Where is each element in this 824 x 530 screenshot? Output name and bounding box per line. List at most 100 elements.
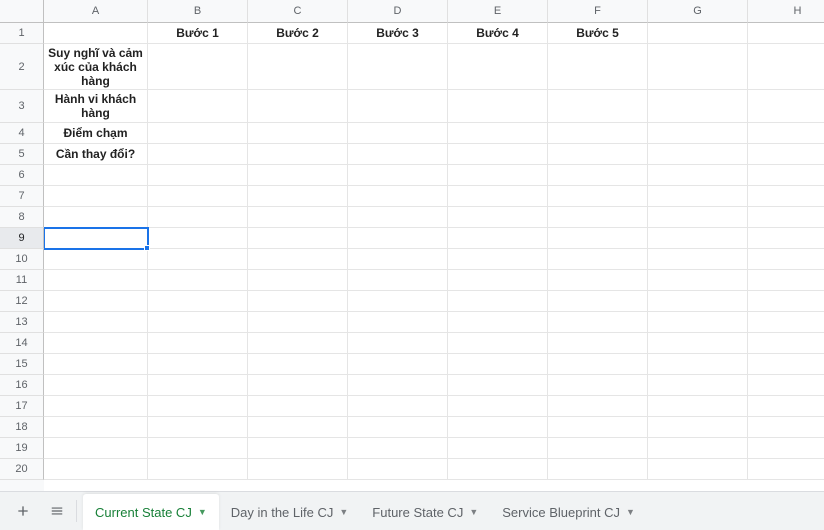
- cell-B11[interactable]: [148, 270, 248, 291]
- cell-D16[interactable]: [348, 375, 448, 396]
- cell-H14[interactable]: [748, 333, 824, 354]
- cell-A13[interactable]: [44, 312, 148, 333]
- cell-G17[interactable]: [648, 396, 748, 417]
- cell-H15[interactable]: [748, 354, 824, 375]
- row-header-13[interactable]: 13: [0, 312, 44, 333]
- row-header-18[interactable]: 18: [0, 417, 44, 438]
- cell-E20[interactable]: [448, 459, 548, 480]
- cell-D10[interactable]: [348, 249, 448, 270]
- cell-B14[interactable]: [148, 333, 248, 354]
- cell-A18[interactable]: [44, 417, 148, 438]
- cell-C4[interactable]: [248, 123, 348, 144]
- cell-D19[interactable]: [348, 438, 448, 459]
- cell-F3[interactable]: [548, 90, 648, 123]
- cell-H18[interactable]: [748, 417, 824, 438]
- cells-area[interactable]: Bước 1Bước 2Bước 3Bước 4Bước 5Suy nghĩ v…: [44, 23, 824, 491]
- sheet-tab-current-state-cj[interactable]: Current State CJ▼: [83, 494, 219, 530]
- cell-E19[interactable]: [448, 438, 548, 459]
- cell-G14[interactable]: [648, 333, 748, 354]
- cell-H13[interactable]: [748, 312, 824, 333]
- cell-E10[interactable]: [448, 249, 548, 270]
- row-header-3[interactable]: 3: [0, 90, 44, 123]
- cell-C16[interactable]: [248, 375, 348, 396]
- cell-G18[interactable]: [648, 417, 748, 438]
- cell-B3[interactable]: [148, 90, 248, 123]
- cell-D3[interactable]: [348, 90, 448, 123]
- cell-F6[interactable]: [548, 165, 648, 186]
- cell-B7[interactable]: [148, 186, 248, 207]
- cell-H2[interactable]: [748, 44, 824, 90]
- row-header-16[interactable]: 16: [0, 375, 44, 396]
- row-header-11[interactable]: 11: [0, 270, 44, 291]
- cell-G19[interactable]: [648, 438, 748, 459]
- col-header-G[interactable]: G: [648, 0, 748, 23]
- cell-F11[interactable]: [548, 270, 648, 291]
- cell-E16[interactable]: [448, 375, 548, 396]
- cell-D6[interactable]: [348, 165, 448, 186]
- cell-C18[interactable]: [248, 417, 348, 438]
- cell-D14[interactable]: [348, 333, 448, 354]
- cell-D20[interactable]: [348, 459, 448, 480]
- caret-down-icon[interactable]: ▼: [339, 507, 348, 517]
- cell-B4[interactable]: [148, 123, 248, 144]
- cell-E4[interactable]: [448, 123, 548, 144]
- row-header-17[interactable]: 17: [0, 396, 44, 417]
- sheet-tab-day-in-the-life-cj[interactable]: Day in the Life CJ▼: [219, 494, 361, 530]
- cell-C9[interactable]: [248, 228, 348, 249]
- cell-B2[interactable]: [148, 44, 248, 90]
- col-header-A[interactable]: A: [44, 0, 148, 23]
- cell-G11[interactable]: [648, 270, 748, 291]
- cell-C6[interactable]: [248, 165, 348, 186]
- cell-A10[interactable]: [44, 249, 148, 270]
- cell-B10[interactable]: [148, 249, 248, 270]
- cell-C12[interactable]: [248, 291, 348, 312]
- col-header-C[interactable]: C: [248, 0, 348, 23]
- cell-F2[interactable]: [548, 44, 648, 90]
- cell-A16[interactable]: [44, 375, 148, 396]
- cell-F10[interactable]: [548, 249, 648, 270]
- cell-G7[interactable]: [648, 186, 748, 207]
- add-sheet-button[interactable]: [6, 496, 40, 526]
- cell-H5[interactable]: [748, 144, 824, 165]
- cell-B20[interactable]: [148, 459, 248, 480]
- cell-D11[interactable]: [348, 270, 448, 291]
- caret-down-icon[interactable]: ▼: [198, 507, 207, 517]
- cell-F4[interactable]: [548, 123, 648, 144]
- cell-C19[interactable]: [248, 438, 348, 459]
- row-header-14[interactable]: 14: [0, 333, 44, 354]
- cell-H3[interactable]: [748, 90, 824, 123]
- cell-F13[interactable]: [548, 312, 648, 333]
- cell-F8[interactable]: [548, 207, 648, 228]
- cell-A17[interactable]: [44, 396, 148, 417]
- cell-D4[interactable]: [348, 123, 448, 144]
- cell-E7[interactable]: [448, 186, 548, 207]
- cell-C8[interactable]: [248, 207, 348, 228]
- cell-D2[interactable]: [348, 44, 448, 90]
- cell-G2[interactable]: [648, 44, 748, 90]
- row-header-2[interactable]: 2: [0, 44, 44, 90]
- cell-D17[interactable]: [348, 396, 448, 417]
- cell-C7[interactable]: [248, 186, 348, 207]
- cell-E3[interactable]: [448, 90, 548, 123]
- cell-G5[interactable]: [648, 144, 748, 165]
- cell-E18[interactable]: [448, 417, 548, 438]
- cell-B8[interactable]: [148, 207, 248, 228]
- row-header-20[interactable]: 20: [0, 459, 44, 480]
- row-header-6[interactable]: 6: [0, 165, 44, 186]
- cell-G1[interactable]: [648, 23, 748, 44]
- cell-A11[interactable]: [44, 270, 148, 291]
- cell-G10[interactable]: [648, 249, 748, 270]
- cell-B12[interactable]: [148, 291, 248, 312]
- cell-G3[interactable]: [648, 90, 748, 123]
- cell-B9[interactable]: [148, 228, 248, 249]
- cell-G9[interactable]: [648, 228, 748, 249]
- cell-B15[interactable]: [148, 354, 248, 375]
- row-header-8[interactable]: 8: [0, 207, 44, 228]
- col-header-B[interactable]: B: [148, 0, 248, 23]
- cell-H8[interactable]: [748, 207, 824, 228]
- cell-C1[interactable]: Bước 2: [248, 23, 348, 44]
- cell-C15[interactable]: [248, 354, 348, 375]
- row-header-15[interactable]: 15: [0, 354, 44, 375]
- col-header-F[interactable]: F: [548, 0, 648, 23]
- cell-E11[interactable]: [448, 270, 548, 291]
